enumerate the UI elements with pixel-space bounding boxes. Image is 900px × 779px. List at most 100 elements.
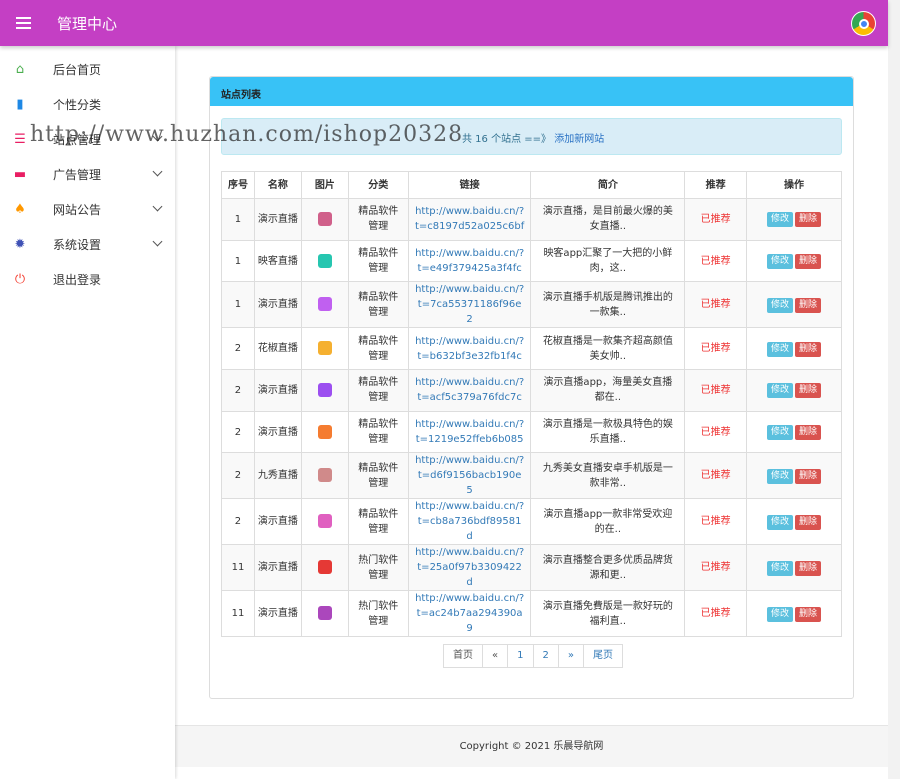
delete-button[interactable]: 删除	[795, 341, 822, 357]
site-category: 精品软件管理	[347, 498, 409, 546]
column-header: 操作	[746, 171, 842, 199]
site-thumbnail	[317, 606, 332, 621]
recommend-status: 已推荐	[684, 327, 748, 371]
site-url-link[interactable]: http://www.baidu.cn/?t=b632bf3e32fb1f4c	[415, 336, 524, 362]
actions-cell: 修改 删除	[746, 544, 842, 592]
delete-button[interactable]: 删除	[795, 468, 822, 484]
row-id: 2	[221, 327, 255, 371]
sidebar-item-settings[interactable]: ✹ 系统设置	[0, 227, 175, 262]
site-url-link[interactable]: http://www.baidu.cn/?t=acf5c379a76fdc7c	[415, 377, 524, 403]
site-thumbnail	[317, 468, 332, 483]
recommend-status: 已推荐	[684, 239, 748, 283]
sidebar-item-home[interactable]: ⌂ 后台首页	[0, 52, 175, 87]
site-list-panel: 站点列表 共 16 个站点 ==》 添加新网站 序号 名称 图片 分类 链接 简介 推荐 操作…	[209, 76, 854, 699]
site-url-link[interactable]: http://www.baidu.cn/?t=cb8a736bdf89581d	[415, 501, 524, 542]
edit-button[interactable]: 修改	[767, 514, 794, 530]
table-row: 2 花椒直播 精品软件管理 http://www.baidu.cn/?t=b632bf…	[221, 327, 842, 371]
recommend-status: 已推荐	[684, 410, 748, 454]
actions-cell: 修改 删除	[746, 281, 842, 329]
top-bar: 管理中心	[0, 0, 888, 46]
delete-button[interactable]: 删除	[795, 212, 822, 228]
site-url-link[interactable]: http://www.baidu.cn/?t=1219e52ffeb6b085	[415, 419, 524, 445]
delete-button[interactable]: 删除	[795, 254, 822, 270]
recommend-status: 已推荐	[684, 369, 748, 412]
column-header: 简介	[530, 171, 686, 199]
site-category: 精品软件管理	[347, 369, 409, 412]
bell-icon: ♠	[14, 202, 26, 217]
delete-button[interactable]: 删除	[795, 383, 822, 399]
edit-button[interactable]: 修改	[767, 468, 794, 484]
table-row: 1 演示直播 精品软件管理 http://www.baidu.cn/?t=7ca553…	[221, 281, 842, 329]
page-1[interactable]: 1	[507, 644, 534, 668]
page-2[interactable]: 2	[532, 644, 559, 668]
site-url-cell: http://www.baidu.cn/?t=ac24b7aa294390a9	[407, 590, 532, 638]
site-url-link[interactable]: http://www.baidu.cn/?t=e49f379425a3f4fc	[415, 248, 524, 274]
recommend-status: 已推荐	[684, 544, 748, 592]
site-name: 九秀直播	[253, 452, 302, 500]
site-category: 精品软件管理	[347, 452, 409, 500]
edit-button[interactable]: 修改	[767, 254, 794, 270]
site-table: 序号 名称 图片 分类 链接 简介 推荐 操作 1 演示直播 精品软件管理 http://www.b…	[221, 171, 842, 638]
site-description: 演示直播，是目前最火爆的美女直播..	[530, 198, 686, 241]
sidebar-item-notices[interactable]: ♠ 网站公告	[0, 192, 175, 227]
site-url-cell: http://www.baidu.cn/?t=e49f379425a3f4fc	[407, 239, 532, 283]
site-thumbnail-cell	[300, 239, 349, 283]
footer: Copyright © 2021 乐晨导航网	[175, 725, 888, 767]
site-category: 精品软件管理	[347, 327, 409, 371]
row-id: 2	[221, 369, 255, 412]
sidebar-item-sites[interactable]: ☰ 站点管理	[0, 122, 175, 157]
sidebar-item-label: 系统设置	[53, 238, 102, 252]
edit-button[interactable]: 修改	[767, 341, 794, 357]
delete-button[interactable]: 删除	[795, 606, 822, 622]
edit-button[interactable]: 修改	[767, 297, 794, 313]
page-prev[interactable]: «	[482, 644, 509, 668]
sidebar-item-logout[interactable]: ⏻ 退出登录	[0, 262, 175, 297]
delete-button[interactable]: 删除	[795, 425, 822, 441]
recommend-status: 已推荐	[684, 452, 748, 500]
site-url-link[interactable]: http://www.baidu.cn/?t=c8197d52a025c6bf	[415, 206, 524, 232]
site-thumbnail	[317, 297, 332, 312]
delete-button[interactable]: 删除	[795, 297, 822, 313]
page-last[interactable]: 尾页	[583, 644, 623, 668]
sidebar-item-ads[interactable]: ▬ 广告管理	[0, 157, 175, 192]
site-url-link[interactable]: http://www.baidu.cn/?t=7ca55371186f96e2	[415, 284, 524, 325]
add-site-link[interactable]: 添加新网站	[554, 134, 604, 145]
page-next[interactable]: »	[557, 644, 584, 668]
site-url-link[interactable]: http://www.baidu.cn/?t=25a0f97b3309422d	[415, 547, 524, 588]
sidebar-item-categories[interactable]: ▮ 个性分类	[0, 87, 175, 122]
actions-cell: 修改 删除	[746, 410, 842, 454]
site-name: 花椒直播	[253, 327, 302, 371]
delete-button[interactable]: 删除	[795, 514, 822, 530]
column-header: 图片	[300, 171, 349, 199]
site-description: 演示直播免費版是一款好玩的福利直..	[530, 590, 686, 638]
table-header-row: 序号 名称 图片 分类 链接 简介 推荐 操作	[221, 171, 842, 199]
app-title: 管理中心	[57, 14, 118, 33]
row-id: 2	[221, 452, 255, 500]
sidebar-item-label: 广告管理	[53, 168, 102, 182]
site-url-link[interactable]: http://www.baidu.cn/?t=ac24b7aa294390a9	[415, 593, 524, 634]
edit-button[interactable]: 修改	[767, 212, 794, 228]
row-id: 1	[221, 239, 255, 283]
site-thumbnail-cell	[300, 281, 349, 329]
delete-button[interactable]: 删除	[795, 560, 822, 576]
hamburger-menu-icon[interactable]	[0, 0, 46, 46]
actions-cell: 修改 删除	[746, 452, 842, 500]
list-icon: ☰	[14, 132, 26, 147]
site-thumbnail-cell	[300, 452, 349, 500]
edit-button[interactable]: 修改	[767, 383, 794, 399]
user-avatar[interactable]	[851, 11, 876, 36]
edit-button[interactable]: 修改	[767, 425, 794, 441]
column-header: 分类	[347, 171, 409, 199]
row-id: 11	[221, 590, 255, 638]
actions-cell: 修改 删除	[746, 239, 842, 283]
edit-button[interactable]: 修改	[767, 606, 794, 622]
table-row: 1 映客直播 精品软件管理 http://www.baidu.cn/?t=e49f37…	[221, 239, 842, 283]
site-url-link[interactable]: http://www.baidu.cn/?t=d6f9156bacb190e5	[415, 455, 524, 496]
page-first[interactable]: 首页	[443, 644, 483, 668]
home-icon: ⌂	[15, 62, 25, 77]
edit-button[interactable]: 修改	[767, 560, 794, 576]
site-thumbnail	[317, 253, 332, 268]
sidebar-item-label: 站点管理	[53, 133, 102, 147]
site-thumbnail	[317, 341, 332, 356]
pagination: 首页 «1 2» 尾页	[443, 644, 623, 668]
